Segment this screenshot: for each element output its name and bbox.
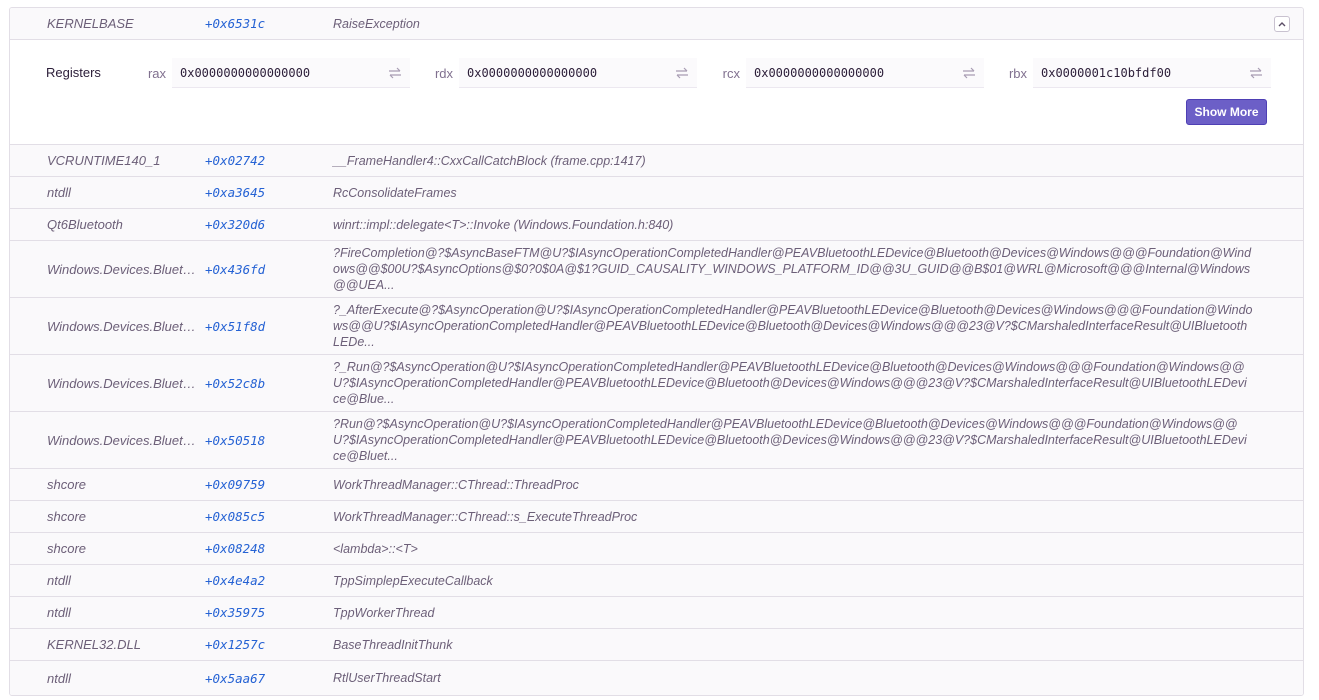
frame-function: ?_Run@?$AsyncOperation@U?$IAsyncOperatio… (333, 360, 1247, 406)
frame-function: <lambda>::<T> (333, 541, 418, 556)
frame-package: VCRUNTIME140_1 (47, 153, 161, 168)
frame-address[interactable]: +0x085c5 (205, 509, 333, 524)
frame-row[interactable]: ntdll +0x5aa67 RtlUserThreadStart (10, 660, 1303, 695)
frame-function: winrt::impl::delegate<T>::Invoke (Window… (333, 217, 674, 232)
frame-function: WorkThreadManager::CThread::s_ExecuteThr… (333, 509, 638, 524)
frame-function: RaiseException (333, 16, 420, 31)
frame-package: Windows.Devices.Bluet… (47, 318, 196, 334)
register-rax: rax 0x0000000000000000 (136, 57, 410, 89)
frame-address[interactable]: +0x52c8b (205, 376, 333, 391)
frame-package: shcore (47, 509, 87, 524)
registers-label: Registers (46, 65, 101, 80)
frame-function: __FrameHandler4::CxxCallCatchBlock (fram… (333, 153, 646, 168)
frame-package: ntdll (47, 670, 71, 686)
register-value: 0x0000000000000000 (180, 65, 311, 80)
register-value-box: 0x0000000000000000 (746, 58, 984, 88)
frame-address[interactable]: +0x08248 (205, 541, 333, 556)
frame-address[interactable]: +0x02742 (205, 153, 333, 168)
frame-address[interactable]: +0x4e4a2 (205, 573, 333, 588)
swap-icon[interactable] (1249, 67, 1263, 79)
frame-row[interactable]: Windows.Devices.Bluet… +0x52c8b ?_Run@?$… (10, 354, 1303, 411)
frame-address[interactable]: +0x436fd (205, 262, 333, 277)
registers-section: Registers rax 0x0000000000000000 rdx 0x0… (10, 39, 1303, 144)
register-name: rax (147, 65, 166, 81)
frame-package: Qt6Bluetooth (47, 217, 123, 232)
register-value-box: 0x0000001c10bfdf00 (1033, 58, 1271, 88)
register-name: rdx (434, 65, 453, 81)
frame-address[interactable]: +0x50518 (205, 433, 333, 448)
swap-icon[interactable] (388, 67, 402, 79)
frame-address[interactable]: +0x51f8d (205, 319, 333, 334)
frame-row[interactable]: Windows.Devices.Bluet… +0x436fd ?FireCom… (10, 240, 1303, 297)
frame-row[interactable]: Qt6Bluetooth +0x320d6 winrt::impl::deleg… (10, 208, 1303, 240)
frame-address[interactable]: +0x1257c (205, 637, 333, 652)
frame-row[interactable]: ntdll +0xa3645 RcConsolidateFrames (10, 176, 1303, 208)
register-value-box: 0x0000000000000000 (172, 58, 410, 88)
frame-address[interactable]: +0x09759 (205, 477, 333, 492)
swap-icon[interactable] (962, 67, 976, 79)
register-value: 0x0000001c10bfdf00 (1041, 65, 1172, 80)
frame-package: ntdll (47, 573, 71, 588)
register-value: 0x0000000000000000 (754, 65, 885, 80)
register-value-box: 0x0000000000000000 (459, 58, 697, 88)
frame-row-expanded[interactable]: KERNELBASE +0x6531c RaiseException (10, 8, 1303, 39)
register-value: 0x0000000000000000 (467, 65, 598, 80)
show-more-button[interactable]: Show More (1186, 99, 1267, 125)
frame-package: KERNELBASE (47, 16, 134, 31)
frame-address[interactable]: +0xa3645 (205, 185, 333, 200)
frame-package: Windows.Devices.Bluet… (47, 261, 196, 277)
register-rcx: rcx 0x0000000000000000 (710, 57, 984, 89)
register-name: rcx (722, 65, 740, 81)
frame-package: shcore (47, 541, 87, 556)
register-rdx: rdx 0x0000000000000000 (423, 57, 697, 89)
frame-function: WorkThreadManager::CThread::ThreadProc (333, 477, 579, 492)
frame-row[interactable]: Windows.Devices.Bluet… +0x51f8d ?_AfterE… (10, 297, 1303, 354)
frame-function: ?_AfterExecute@?$AsyncOperation@U?$IAsyn… (333, 303, 1253, 349)
frame-address[interactable]: +0x320d6 (205, 217, 333, 232)
frame-package: shcore (47, 477, 87, 492)
frame-function: TppWorkerThread (333, 605, 435, 620)
register-rbx: rbx 0x0000001c10bfdf00 (997, 57, 1271, 89)
frame-package: ntdll (47, 185, 71, 200)
frame-function: BaseThreadInitThunk (333, 637, 453, 652)
frame-function: ?Run@?$AsyncOperation@U?$IAsyncOperation… (333, 417, 1247, 463)
frame-row[interactable]: shcore +0x09759 WorkThreadManager::CThre… (10, 468, 1303, 500)
frame-address[interactable]: +0x35975 (205, 605, 333, 620)
frame-row[interactable]: shcore +0x08248 <lambda>::<T> (10, 532, 1303, 564)
frame-function: RtlUserThreadStart (333, 671, 441, 685)
frame-package: KERNEL32.DLL (47, 637, 141, 652)
frame-row[interactable]: KERNEL32.DLL +0x1257c BaseThreadInitThun… (10, 628, 1303, 660)
collapse-button[interactable] (1274, 16, 1290, 32)
frame-function: ?FireCompletion@?$AsyncBaseFTM@U?$IAsync… (333, 246, 1252, 292)
frame-address[interactable]: +0x6531c (205, 16, 333, 31)
frame-row[interactable]: ntdll +0x4e4a2 TppSimplepExecuteCallback (10, 564, 1303, 596)
frame-row[interactable]: VCRUNTIME140_1 +0x02742 __FrameHandler4:… (10, 144, 1303, 176)
frame-row[interactable]: Windows.Devices.Bluet… +0x50518 ?Run@?$A… (10, 411, 1303, 468)
register-name: rbx (1008, 65, 1027, 81)
chevron-up-icon (1278, 22, 1286, 27)
frame-function: RcConsolidateFrames (333, 185, 457, 200)
frame-package: Windows.Devices.Bluet… (47, 375, 196, 391)
frame-row[interactable]: ntdll +0x35975 TppWorkerThread (10, 596, 1303, 628)
stack-trace-panel: KERNELBASE +0x6531c RaiseException Regis… (9, 7, 1304, 696)
frame-package: ntdll (47, 605, 71, 620)
frame-function: TppSimplepExecuteCallback (333, 573, 493, 588)
frame-address[interactable]: +0x5aa67 (205, 671, 333, 686)
swap-icon[interactable] (675, 67, 689, 79)
frame-package: Windows.Devices.Bluet… (47, 432, 196, 448)
frame-row[interactable]: shcore +0x085c5 WorkThreadManager::CThre… (10, 500, 1303, 532)
